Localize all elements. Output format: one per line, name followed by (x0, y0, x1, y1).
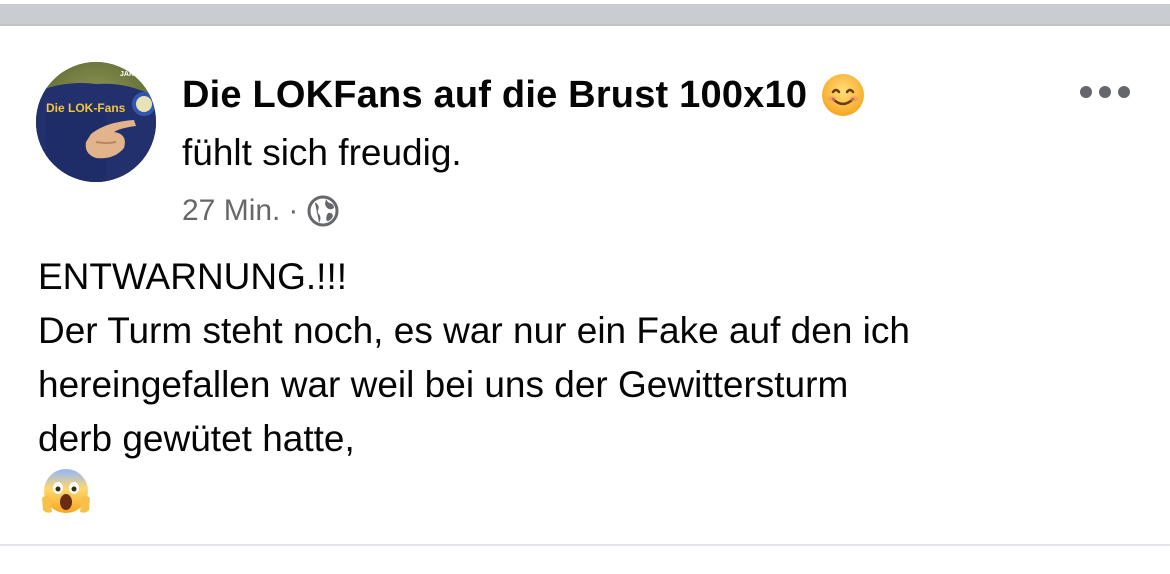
smiling-face-icon (821, 73, 865, 117)
post-text-line: hereingefallen war weil bei uns der Gewi… (38, 364, 849, 405)
avatar[interactable]: JAKO Die LOK-Fans (36, 62, 156, 182)
feed-next-area (0, 546, 1170, 574)
author-name[interactable]: Die LOKFans auf die Brust 100x10 (182, 74, 807, 117)
globe-icon[interactable] (306, 194, 340, 228)
post-timestamp[interactable]: 27 Min. (182, 194, 280, 228)
meta-separator: · (288, 194, 299, 227)
feed-separator-top (0, 0, 1170, 26)
post-meta: 27 Min. · (182, 194, 340, 228)
avatar-badge: JAKO (120, 71, 140, 78)
post-text-line: derb gewütet hatte, (38, 418, 355, 459)
more-options-icon[interactable] (1080, 82, 1130, 102)
author-row: Die LOKFans auf die Brust 100x10 (182, 70, 865, 120)
feed-post: JAKO Die LOK-Fans Die LOKFans auf die Br… (0, 26, 1170, 546)
post-body: ENTWARNUNG.!!! Der Turm steht noch, es w… (38, 250, 1138, 520)
avatar-text: Die LOK-Fans (46, 101, 126, 115)
post-text-line: Der Turm steht noch, es war nur ein Fake… (38, 310, 910, 351)
post-text-line: ENTWARNUNG.!!! (38, 256, 348, 297)
feeling-status: fühlt sich freudig. (182, 132, 462, 173)
screaming-face-icon (38, 464, 94, 520)
avatar-image: JAKO Die LOK-Fans (36, 62, 156, 182)
